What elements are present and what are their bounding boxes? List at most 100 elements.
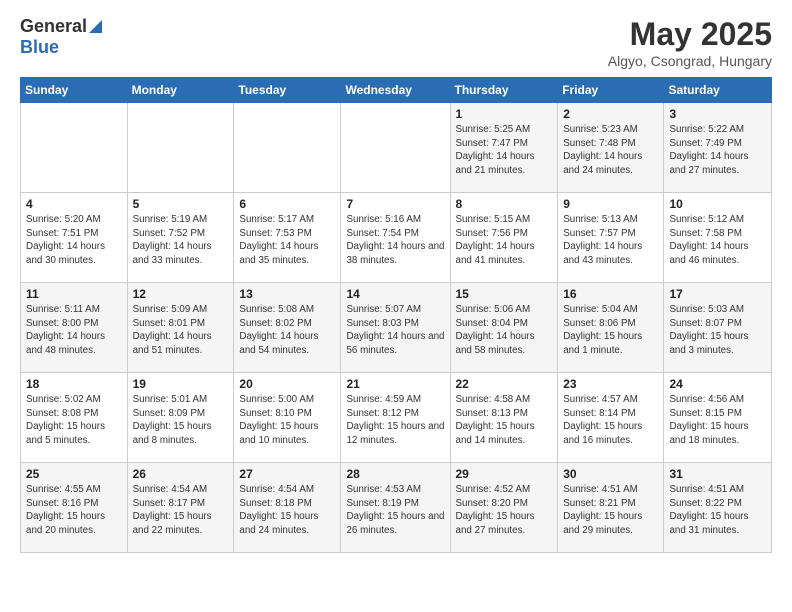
calendar-cell xyxy=(21,103,128,193)
day-number: 19 xyxy=(133,377,229,391)
calendar-cell: 25Sunrise: 4:55 AM Sunset: 8:16 PM Dayli… xyxy=(21,463,128,553)
day-number: 12 xyxy=(133,287,229,301)
day-detail: Sunrise: 4:59 AM Sunset: 8:12 PM Dayligh… xyxy=(346,393,444,448)
calendar-cell: 2 Sunrise: 5:23 AM Sunset: 7:48 PM Daylig… xyxy=(558,103,664,193)
title-block: May 2025 Algyo, Csongrad, Hungary xyxy=(608,16,772,69)
calendar-cell xyxy=(127,103,234,193)
calendar-cell: 16 Sunrise: 5:04 AM Sunset: 8:06 PM Dayli… xyxy=(558,283,664,373)
month-title: May 2025 xyxy=(608,16,772,53)
calendar-cell: 29Sunrise: 4:52 AM Sunset: 8:20 PM Dayli… xyxy=(450,463,558,553)
day-detail: Sunrise: 5:07 AM Sunset: 8:03 PM Dayligh… xyxy=(346,303,444,358)
calendar-header-row: SundayMondayTuesdayWednesdayThursdayFrid… xyxy=(21,78,772,103)
day-number: 29 xyxy=(456,467,553,481)
day-number: 6 xyxy=(239,197,335,211)
calendar-week-row: 4 Sunrise: 5:20 AM Sunset: 7:51 PM Daylig… xyxy=(21,193,772,283)
day-detail: Sunrise: 5:06 AM Sunset: 8:04 PM Dayligh… xyxy=(456,303,553,358)
calendar-week-row: 25Sunrise: 4:55 AM Sunset: 8:16 PM Dayli… xyxy=(21,463,772,553)
day-number: 13 xyxy=(239,287,335,301)
calendar-cell: 5 Sunrise: 5:19 AM Sunset: 7:52 PM Daylig… xyxy=(127,193,234,283)
day-detail: Sunrise: 4:51 AM Sunset: 8:22 PM Dayligh… xyxy=(669,483,766,538)
calendar-cell: 17 Sunrise: 5:03 AM Sunset: 8:07 PM Dayli… xyxy=(664,283,772,373)
page-header: General Blue May 2025 Algyo, Csongrad, H… xyxy=(20,16,772,69)
calendar-cell: 3 Sunrise: 5:22 AM Sunset: 7:49 PM Daylig… xyxy=(664,103,772,193)
calendar-header-tuesday: Tuesday xyxy=(234,78,341,103)
day-detail: Sunrise: 5:19 AM Sunset: 7:52 PM Dayligh… xyxy=(133,213,229,268)
calendar-cell: 1Sunrise: 5:25 AM Sunset: 7:47 PM Daylig… xyxy=(450,103,558,193)
day-detail: Sunrise: 4:56 AM Sunset: 8:15 PM Dayligh… xyxy=(669,393,766,448)
day-number: 5 xyxy=(133,197,229,211)
day-number: 10 xyxy=(669,197,766,211)
day-detail: Sunrise: 5:03 AM Sunset: 8:07 PM Dayligh… xyxy=(669,303,766,358)
location-text: Algyo, Csongrad, Hungary xyxy=(608,53,772,69)
calendar-cell: 6 Sunrise: 5:17 AM Sunset: 7:53 PM Daylig… xyxy=(234,193,341,283)
calendar-header-wednesday: Wednesday xyxy=(341,78,450,103)
day-number: 21 xyxy=(346,377,444,391)
day-number: 17 xyxy=(669,287,766,301)
calendar-cell xyxy=(341,103,450,193)
day-number: 26 xyxy=(133,467,229,481)
calendar-cell: 18 Sunrise: 5:02 AM Sunset: 8:08 PM Dayli… xyxy=(21,373,128,463)
day-number: 18 xyxy=(26,377,122,391)
day-detail: Sunrise: 5:02 AM Sunset: 8:08 PM Dayligh… xyxy=(26,393,122,448)
calendar-cell: 14Sunrise: 5:07 AM Sunset: 8:03 PM Dayli… xyxy=(341,283,450,373)
day-number: 1 xyxy=(456,107,553,121)
day-detail: Sunrise: 4:58 AM Sunset: 8:13 PM Dayligh… xyxy=(456,393,553,448)
day-detail: Sunrise: 4:55 AM Sunset: 8:16 PM Dayligh… xyxy=(26,483,122,538)
day-detail: Sunrise: 5:15 AM Sunset: 7:56 PM Dayligh… xyxy=(456,213,553,268)
calendar-cell xyxy=(234,103,341,193)
calendar-cell: 19 Sunrise: 5:01 AM Sunset: 8:09 PM Dayli… xyxy=(127,373,234,463)
calendar-cell: 11Sunrise: 5:11 AM Sunset: 8:00 PM Dayli… xyxy=(21,283,128,373)
calendar-cell: 27Sunrise: 4:54 AM Sunset: 8:18 PM Dayli… xyxy=(234,463,341,553)
calendar-cell: 10Sunrise: 5:12 AM Sunset: 7:58 PM Dayli… xyxy=(664,193,772,283)
day-detail: Sunrise: 4:54 AM Sunset: 8:17 PM Dayligh… xyxy=(133,483,229,538)
day-detail: Sunrise: 5:01 AM Sunset: 8:09 PM Dayligh… xyxy=(133,393,229,448)
calendar-header-sunday: Sunday xyxy=(21,78,128,103)
calendar-cell: 13Sunrise: 5:08 AM Sunset: 8:02 PM Dayli… xyxy=(234,283,341,373)
calendar-cell: 15 Sunrise: 5:06 AM Sunset: 8:04 PM Dayli… xyxy=(450,283,558,373)
calendar-cell: 21 Sunrise: 4:59 AM Sunset: 8:12 PM Dayli… xyxy=(341,373,450,463)
calendar-week-row: 11Sunrise: 5:11 AM Sunset: 8:00 PM Dayli… xyxy=(21,283,772,373)
calendar-header-monday: Monday xyxy=(127,78,234,103)
day-detail: Sunrise: 4:57 AM Sunset: 8:14 PM Dayligh… xyxy=(563,393,658,448)
day-number: 20 xyxy=(239,377,335,391)
day-number: 31 xyxy=(669,467,766,481)
day-number: 22 xyxy=(456,377,553,391)
calendar-cell: 28 Sunrise: 4:53 AM Sunset: 8:19 PM Dayli… xyxy=(341,463,450,553)
logo-triangle-icon xyxy=(89,20,102,33)
day-number: 24 xyxy=(669,377,766,391)
logo: General Blue xyxy=(20,16,102,58)
day-detail: Sunrise: 5:04 AM Sunset: 8:06 PM Dayligh… xyxy=(563,303,658,358)
day-detail: Sunrise: 5:23 AM Sunset: 7:48 PM Dayligh… xyxy=(563,123,658,178)
calendar-header-saturday: Saturday xyxy=(664,78,772,103)
day-number: 2 xyxy=(563,107,658,121)
day-detail: Sunrise: 4:51 AM Sunset: 8:21 PM Dayligh… xyxy=(563,483,658,538)
day-number: 4 xyxy=(26,197,122,211)
day-detail: Sunrise: 5:11 AM Sunset: 8:00 PM Dayligh… xyxy=(26,303,122,358)
day-detail: Sunrise: 5:00 AM Sunset: 8:10 PM Dayligh… xyxy=(239,393,335,448)
day-detail: Sunrise: 5:20 AM Sunset: 7:51 PM Dayligh… xyxy=(26,213,122,268)
calendar-cell: 7Sunrise: 5:16 AM Sunset: 7:54 PM Daylig… xyxy=(341,193,450,283)
day-detail: Sunrise: 4:53 AM Sunset: 8:19 PM Dayligh… xyxy=(346,483,444,538)
calendar-header-thursday: Thursday xyxy=(450,78,558,103)
calendar-header-friday: Friday xyxy=(558,78,664,103)
calendar-cell: 12 Sunrise: 5:09 AM Sunset: 8:01 PM Dayli… xyxy=(127,283,234,373)
day-detail: Sunrise: 5:22 AM Sunset: 7:49 PM Dayligh… xyxy=(669,123,766,178)
day-detail: Sunrise: 5:13 AM Sunset: 7:57 PM Dayligh… xyxy=(563,213,658,268)
day-number: 3 xyxy=(669,107,766,121)
calendar-cell: 9Sunrise: 5:13 AM Sunset: 7:57 PM Daylig… xyxy=(558,193,664,283)
day-detail: Sunrise: 5:16 AM Sunset: 7:54 PM Dayligh… xyxy=(346,213,444,268)
day-detail: Sunrise: 5:09 AM Sunset: 8:01 PM Dayligh… xyxy=(133,303,229,358)
day-number: 23 xyxy=(563,377,658,391)
day-detail: Sunrise: 4:54 AM Sunset: 8:18 PM Dayligh… xyxy=(239,483,335,538)
calendar-cell: 8Sunrise: 5:15 AM Sunset: 7:56 PM Daylig… xyxy=(450,193,558,283)
calendar-week-row: 1Sunrise: 5:25 AM Sunset: 7:47 PM Daylig… xyxy=(21,103,772,193)
calendar-cell: 24 Sunrise: 4:56 AM Sunset: 8:15 PM Dayli… xyxy=(664,373,772,463)
day-number: 28 xyxy=(346,467,444,481)
calendar-cell: 31 Sunrise: 4:51 AM Sunset: 8:22 PM Dayli… xyxy=(664,463,772,553)
calendar-cell: 26 Sunrise: 4:54 AM Sunset: 8:17 PM Dayli… xyxy=(127,463,234,553)
day-number: 15 xyxy=(456,287,553,301)
day-number: 16 xyxy=(563,287,658,301)
calendar-cell: 22 Sunrise: 4:58 AM Sunset: 8:13 PM Dayli… xyxy=(450,373,558,463)
calendar-cell: 4 Sunrise: 5:20 AM Sunset: 7:51 PM Daylig… xyxy=(21,193,128,283)
day-detail: Sunrise: 5:17 AM Sunset: 7:53 PM Dayligh… xyxy=(239,213,335,268)
